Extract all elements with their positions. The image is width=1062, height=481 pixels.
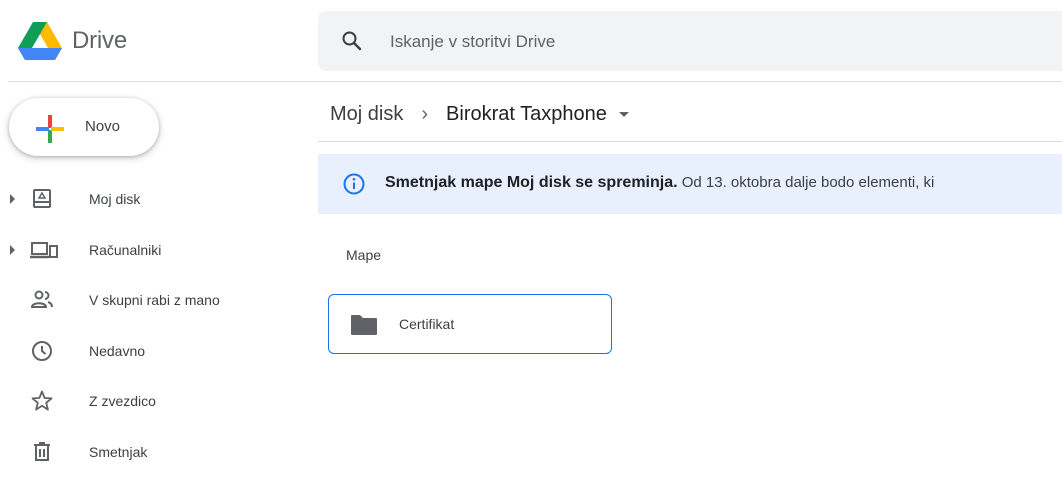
sidebar-item-recent[interactable]: Nedavno (0, 326, 300, 377)
breadcrumb-separator-icon: › (421, 102, 429, 125)
sidebar-item-label: Smetnjak (89, 443, 148, 460)
info-icon (342, 172, 366, 201)
header: Drive (0, 0, 1062, 82)
new-button-label: Novo (85, 118, 121, 135)
header-divider (8, 81, 1062, 82)
search-bar[interactable] (318, 11, 1062, 71)
shared-icon (30, 288, 54, 312)
sidebar-item-label: Računalniki (89, 241, 162, 258)
sidebar-nav: Moj disk Računalniki V skupni rabi z man… (0, 174, 300, 477)
banner-rest-text: Od 13. oktobra dalje bodo elementi, ki (677, 174, 935, 191)
clock-icon (30, 339, 54, 363)
dropdown-arrow-icon (618, 111, 629, 117)
my-drive-icon (30, 187, 54, 211)
sidebar-item-my-drive[interactable]: Moj disk (0, 174, 300, 225)
star-icon (30, 389, 54, 413)
sidebar-item-label: Nedavno (89, 342, 146, 359)
drive-logo[interactable]: Drive (18, 22, 127, 60)
sidebar-item-label: V skupni rabi z mano (89, 292, 220, 308)
banner-bold-text: Smetnjak mape Moj disk se spreminja. (385, 174, 678, 191)
sidebar-item-trash[interactable]: Smetnjak (0, 427, 300, 478)
sidebar-item-shared[interactable]: V skupni rabi z mano (0, 275, 300, 326)
sidebar-item-computers[interactable]: Računalniki (0, 225, 300, 276)
trash-icon (30, 440, 54, 464)
breadcrumb-current-label: Birokrat Taxphone (446, 102, 607, 125)
main-divider (318, 141, 1062, 142)
search-icon[interactable] (340, 29, 364, 58)
info-banner: Smetnjak mape Moj disk se spreminja. Od … (318, 154, 1062, 214)
computers-icon (30, 238, 58, 262)
expand-caret-icon[interactable] (10, 244, 15, 255)
search-input[interactable] (388, 27, 992, 57)
drive-logo-icon (18, 22, 62, 60)
breadcrumb-current-folder[interactable]: Birokrat Taxphone (446, 103, 629, 126)
folder-item[interactable]: Certifikat (328, 294, 612, 354)
breadcrumb: Moj disk › Birokrat Taxphone (330, 98, 629, 130)
banner-text: Smetnjak mape Moj disk se spreminja. Od … (385, 174, 934, 192)
folder-icon (350, 314, 378, 341)
breadcrumb-root[interactable]: Moj disk (330, 103, 403, 126)
sidebar-item-label: Moj disk (89, 191, 141, 207)
plus-icon (34, 113, 66, 150)
folder-name: Certifikat (399, 316, 455, 332)
folders-section-label: Mape (346, 247, 382, 263)
app-name: Drive (72, 27, 128, 54)
expand-caret-icon[interactable] (10, 194, 15, 204)
new-button[interactable]: Novo (9, 98, 159, 156)
sidebar-item-label: Z zvezdico (89, 393, 156, 409)
sidebar-item-starred[interactable]: Z zvezdico (0, 376, 300, 427)
